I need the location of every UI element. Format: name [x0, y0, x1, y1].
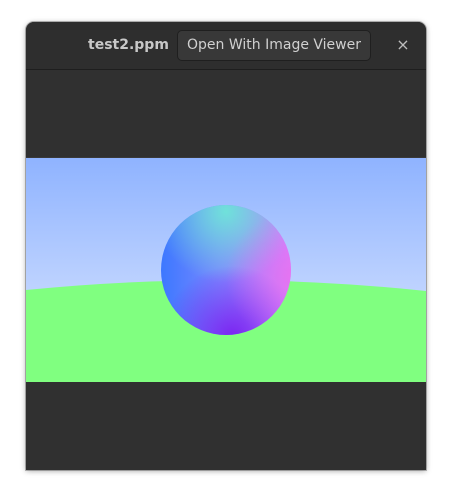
header-bar: test2.ppm Open With Image Viewer ×	[26, 22, 426, 70]
sphere	[161, 205, 291, 335]
open-with-image-viewer-button[interactable]: Open With Image Viewer	[177, 30, 371, 61]
rendered-image	[26, 157, 426, 382]
image-preview-window: test2.ppm Open With Image Viewer ×	[26, 22, 426, 470]
close-icon[interactable]: ×	[392, 34, 414, 56]
image-canvas-area	[26, 70, 426, 470]
window-title: test2.ppm	[88, 37, 169, 53]
